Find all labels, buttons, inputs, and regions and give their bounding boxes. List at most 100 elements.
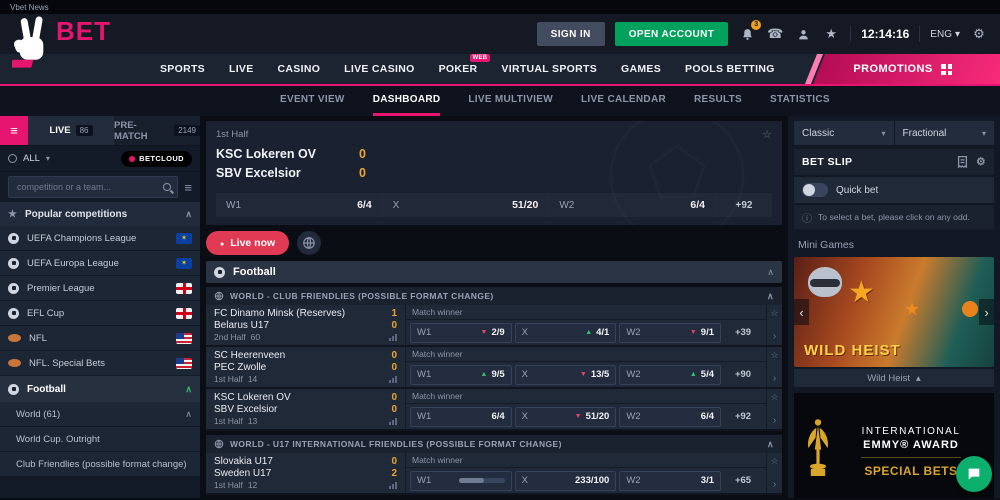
odd-w2[interactable]: W26/4	[619, 407, 721, 427]
stats-icon[interactable]	[389, 482, 397, 489]
match-row[interactable]: Slovakia U170 Sweden U172 1st Half12 Mat…	[206, 453, 782, 495]
odd-w1[interactable]: W12/9	[410, 323, 512, 343]
quick-bet-toggle[interactable]	[802, 183, 828, 197]
tab-dashboard[interactable]: DASHBOARD	[373, 86, 441, 116]
prev-game-arrow[interactable]	[794, 299, 809, 325]
nav-pools-betting[interactable]: POOLS BETTING	[685, 63, 775, 75]
odd-w1[interactable]: W1 6/4	[216, 193, 383, 217]
chevron-down-icon[interactable]	[46, 154, 50, 163]
tab-live-sidebar[interactable]: LIVE 86	[28, 116, 114, 145]
odd-x[interactable]: X13/5	[515, 365, 617, 385]
odd-w1[interactable]: W1	[410, 471, 512, 491]
tab-event-view[interactable]: EVENT VIEW	[280, 86, 345, 116]
filter-all-label[interactable]: ALL	[23, 153, 40, 164]
open-account-button[interactable]: OPEN ACCOUNT	[615, 22, 729, 46]
sports-menu-icon[interactable]	[0, 116, 28, 145]
odd-x[interactable]: X4/1	[515, 323, 617, 343]
mini-games-header[interactable]: Mini Games	[794, 235, 994, 255]
globe-button[interactable]	[297, 231, 321, 255]
search-box[interactable]	[8, 176, 178, 198]
sidebar-item-nfl[interactable]: NFL	[0, 326, 200, 351]
language-selector[interactable]: ENG	[930, 29, 960, 40]
betslip-settings-icon[interactable]	[976, 156, 986, 168]
open-match-arrow-icon[interactable]	[773, 479, 776, 490]
open-match-arrow-icon[interactable]	[773, 373, 776, 384]
account-person-icon[interactable]	[794, 25, 812, 43]
nav-live[interactable]: LIVE	[229, 63, 254, 75]
search-input[interactable]	[15, 181, 159, 193]
sidebar-item-uefa-champions-league[interactable]: UEFA Champions League	[0, 226, 200, 251]
settings-gear-icon[interactable]	[970, 25, 988, 43]
tab-live-multiview[interactable]: LIVE MULTIVIEW	[468, 86, 553, 116]
odd-w1[interactable]: W16/4	[410, 407, 512, 427]
news-link[interactable]: Vbet News	[10, 3, 49, 12]
betcloud-toggle[interactable]: BETCLOUD	[121, 151, 192, 167]
next-game-arrow[interactable]	[979, 299, 994, 325]
match-row[interactable]: FC Dinamo Minsk (Reserves)1 Belarus U170…	[206, 305, 782, 347]
sidebar-item-efl-cup[interactable]: EFL Cup	[0, 301, 200, 326]
stats-icon[interactable]	[389, 334, 397, 341]
stats-icon[interactable]	[389, 418, 397, 425]
favorite-star-icon[interactable]	[762, 128, 772, 141]
league-header[interactable]: WORLD - U17 INTERNATIONAL FRIENDLIES (PO…	[206, 435, 782, 453]
more-markets-button[interactable]: +92	[716, 193, 772, 217]
nav-games[interactable]: GAMES	[621, 63, 661, 75]
odd-w2[interactable]: W2 6/4	[549, 193, 716, 217]
sidebar-item-club-friendlies[interactable]: Club Friendlies (possible format change)	[0, 452, 200, 477]
odd-x[interactable]: X233/100	[515, 471, 617, 491]
filter-sliders-icon[interactable]	[184, 180, 192, 195]
odds-format-select[interactable]: Fractional	[895, 121, 995, 145]
sidebar-item-world-cup-outright[interactable]: World Cup. Outright	[0, 427, 200, 452]
match-row[interactable]: SC Heerenveen0 PEC Zwolle0 1st Half14 Ma…	[206, 347, 782, 389]
more-markets-button[interactable]: +90	[724, 369, 762, 380]
nav-promotions[interactable]: PROMOTIONS	[805, 54, 1000, 84]
favorites-star-icon[interactable]	[822, 25, 840, 43]
live-now-button[interactable]: Live now	[206, 231, 289, 255]
stats-icon[interactable]	[389, 376, 397, 383]
odd-x[interactable]: X51/20	[515, 407, 617, 427]
nav-live-casino[interactable]: LIVE CASINO	[344, 63, 414, 75]
search-icon[interactable]	[163, 183, 171, 191]
receipt-icon[interactable]	[957, 156, 968, 169]
sport-section-football[interactable]: Football	[206, 261, 782, 283]
odd-w2[interactable]: W25/4	[619, 365, 721, 385]
featured-match-card[interactable]: 1st Half KSC Lokeren OV 0 SBV Excelsior …	[206, 121, 782, 225]
phone-support-icon[interactable]	[766, 25, 784, 43]
favorite-star-icon[interactable]	[770, 308, 778, 319]
sidebar-item-uefa-europa-league[interactable]: UEFA Europa League	[0, 251, 200, 276]
tab-prematch-sidebar[interactable]: PRE-MATCH 2149	[114, 116, 200, 145]
sidebar-item-football[interactable]: Football	[0, 376, 200, 402]
open-match-arrow-icon[interactable]	[773, 415, 776, 426]
tab-live-calendar[interactable]: LIVE CALENDAR	[581, 86, 666, 116]
open-match-arrow-icon[interactable]	[773, 331, 776, 342]
tab-results[interactable]: RESULTS	[694, 86, 742, 116]
all-radio-icon[interactable]	[8, 154, 17, 163]
game-selector[interactable]: Wild Heist	[794, 369, 994, 387]
sign-in-button[interactable]: SIGN IN	[537, 22, 605, 46]
live-chat-button[interactable]	[956, 456, 992, 492]
odd-w1[interactable]: W19/5	[410, 365, 512, 385]
match-row[interactable]: KSC Lokeren OV0 SBV Excelsior0 1st Half1…	[206, 389, 782, 431]
sidebar-item-premier-league[interactable]: Premier League	[0, 276, 200, 301]
odd-w2[interactable]: W23/1	[619, 471, 721, 491]
favorite-star-icon[interactable]	[770, 392, 778, 403]
vbet-logo[interactable]: BET	[12, 16, 111, 74]
sidebar-item-world[interactable]: World (61)	[0, 402, 200, 427]
mini-game-banner[interactable]: WILD HEIST	[794, 257, 994, 367]
league-header[interactable]: WORLD - CLUB FRIENDLIES (POSSIBLE FORMAT…	[206, 287, 782, 305]
more-markets-button[interactable]: +92	[724, 411, 762, 422]
more-markets-button[interactable]: +39	[724, 327, 762, 338]
favorite-star-icon[interactable]	[770, 350, 778, 361]
nav-sports[interactable]: SPORTS	[160, 63, 205, 75]
notifications-bell-icon[interactable]: 3	[738, 25, 756, 43]
nav-poker[interactable]: POKER WEB	[439, 63, 478, 75]
nav-casino[interactable]: CASINO	[278, 63, 321, 75]
view-mode-select[interactable]: Classic	[794, 121, 894, 145]
more-markets-button[interactable]: +65	[724, 475, 762, 486]
sidebar-item-nfl-special-bets[interactable]: NFL. Special Bets	[0, 351, 200, 376]
nav-virtual-sports[interactable]: VIRTUAL SPORTS	[501, 63, 597, 75]
odd-w2[interactable]: W29/1	[619, 323, 721, 343]
popular-competitions-header[interactable]: Popular competitions	[0, 202, 200, 226]
tab-statistics[interactable]: STATISTICS	[770, 86, 830, 116]
odd-x[interactable]: X 51/20	[383, 193, 550, 217]
